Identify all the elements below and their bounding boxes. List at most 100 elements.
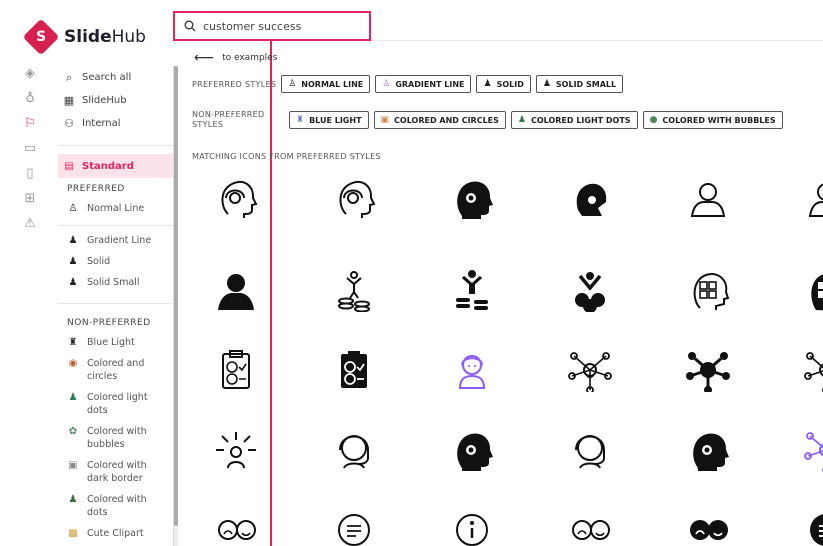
sidebar-scrollbar-thumb[interactable] xyxy=(174,66,178,526)
style-solid-small-icon: ♟ xyxy=(68,277,78,288)
icon-result-tile[interactable] xyxy=(796,340,823,400)
icon-result-tile[interactable] xyxy=(560,260,620,320)
image-icon[interactable]: ▭ xyxy=(22,141,38,157)
icon-result-tile[interactable] xyxy=(678,420,738,480)
flag-icon[interactable]: ⚐ xyxy=(22,116,38,132)
warning-icon[interactable]: ⚠ xyxy=(22,216,38,232)
sidebar-link-search-all[interactable]: ⌕ Search all xyxy=(58,66,173,89)
style-colored-dots-icon: ♟ xyxy=(68,494,78,505)
chip-colored-and-circles[interactable]: ▣ COLORED AND CIRCLES xyxy=(373,111,506,129)
head-headset-solid-small-icon xyxy=(576,183,607,216)
agent-rays-icon xyxy=(216,432,256,469)
icon-result-tile[interactable] xyxy=(442,340,502,400)
user-solid-icon xyxy=(218,274,254,310)
sidebar-item-blue-light[interactable]: ♜ Blue Light xyxy=(58,332,173,353)
chat-solid-icon xyxy=(810,514,823,546)
logo-text: SlideHub xyxy=(64,27,146,47)
head-grid-solid-icon xyxy=(811,274,823,311)
survey-clipboard-line-icon xyxy=(222,350,250,389)
user-line-icon xyxy=(690,183,726,217)
style-dark-border-icon: ▣ xyxy=(68,460,78,471)
icon-result-tile[interactable] xyxy=(206,260,266,320)
chip-gradient-line[interactable]: ♙ GRADIENT LINE xyxy=(375,75,472,93)
chip-normal-line[interactable]: ♙ NORMAL LINE xyxy=(281,75,371,93)
sidebar-divider xyxy=(58,303,173,304)
head-headset-solid-icon xyxy=(457,433,493,471)
back-to-examples-link[interactable]: ⟵ to examples xyxy=(194,50,277,66)
icon-result-tile[interactable] xyxy=(324,420,384,480)
style-colored-light-dots-icon: ♟ xyxy=(517,115,526,125)
style-solid-icon: ♟ xyxy=(483,79,492,89)
logo[interactable]: S SlideHub xyxy=(22,18,146,56)
preferred-heading: PREFERRED xyxy=(67,184,125,194)
sidebar-item-colored-with-dots[interactable]: ♟ Colored with dots xyxy=(58,489,173,523)
icon-result-tile[interactable] xyxy=(206,168,266,228)
style-colored-circles-icon: ▣ xyxy=(380,115,390,125)
icon-result-tile[interactable] xyxy=(206,500,266,546)
search-box[interactable] xyxy=(173,11,371,41)
icon-result-tile[interactable] xyxy=(206,340,266,400)
app-window: S SlideHub ◈ ♁ ⚐ ▭ ▯ ⊞ ⚠ ⌕ Search all ▦ … xyxy=(0,0,823,546)
sidebar-item-colored-with-dark-border[interactable]: ▣ Colored with dark border xyxy=(58,455,173,489)
sidebar-item-colored-with-bubbles[interactable]: ✿ Colored with bubbles xyxy=(58,421,173,455)
icon-result-tile[interactable] xyxy=(560,340,620,400)
sidebar-link-slidehub[interactable]: ▦ SlideHub xyxy=(58,89,173,112)
sidebar-item-standard[interactable]: ▤ Standard xyxy=(58,154,173,178)
style-normal-line-icon: ♙ xyxy=(68,203,78,214)
icon-result-tile[interactable] xyxy=(324,500,384,546)
file-icon[interactable]: ▯ xyxy=(22,166,38,182)
icon-result-tile[interactable] xyxy=(560,500,620,546)
style-gradient-line-icon: ♟ xyxy=(68,235,78,246)
sidebar-item-normal-line[interactable]: ♙ Normal Line xyxy=(58,198,173,219)
sidebar-link-internal[interactable]: ⚇ Internal xyxy=(58,112,173,135)
sidebar-item-colored-light-dots[interactable]: ♟ Colored light dots xyxy=(58,387,173,421)
icon-result-tile[interactable] xyxy=(796,260,823,320)
chip-colored-with-bubbles[interactable]: ● COLORED WITH BUBBLES xyxy=(642,111,783,129)
icon-result-tile[interactable] xyxy=(324,340,384,400)
sidebar-item-cute-clipart[interactable]: ▩ Cute Clipart xyxy=(58,523,173,544)
icon-result-tile[interactable] xyxy=(678,340,738,400)
icon-result-tile[interactable] xyxy=(678,500,738,546)
folder-plus-icon[interactable]: ⊞ xyxy=(22,191,38,207)
icon-result-tile[interactable] xyxy=(442,420,502,480)
icon-result-tile[interactable] xyxy=(796,168,823,228)
person-coins-line-icon xyxy=(338,271,370,312)
chat-bubble-line-icon xyxy=(338,514,370,546)
network-gradient-icon xyxy=(804,432,823,472)
chip-solid-small[interactable]: ♟ SOLID SMALL xyxy=(535,75,624,93)
sidebar-item-solid-small[interactable]: ♟ Solid Small xyxy=(58,272,173,293)
style-colored-bubbles-icon: ● xyxy=(649,115,658,125)
icon-result-tile[interactable] xyxy=(678,168,738,228)
icon-result-tile[interactable] xyxy=(442,168,502,228)
chip-blue-light[interactable]: ♜ BLUE LIGHT xyxy=(289,111,369,129)
faces-line-icon xyxy=(572,520,610,540)
header-divider xyxy=(371,40,823,41)
sidebar-item-solid[interactable]: ♟ Solid xyxy=(58,251,173,272)
nonpreferred-styles-label: NON-PREFERRED STYLES xyxy=(192,110,265,129)
icon-result-tile[interactable] xyxy=(324,260,384,320)
sidebar-divider xyxy=(58,225,173,226)
icon-result-tile[interactable] xyxy=(324,168,384,228)
matching-icons-heading: MATCHING ICONS FROM PREFERRED STYLES xyxy=(192,152,381,161)
icon-result-tile[interactable] xyxy=(796,420,823,480)
logo-mark: S xyxy=(22,18,60,56)
sidebar-item-gradient-line[interactable]: ♟ Gradient Line xyxy=(58,230,173,251)
sidebar-item-colored-and-circles[interactable]: ◉ Colored and circles xyxy=(58,353,173,387)
preferred-styles-label: PREFERRED STYLES xyxy=(192,79,277,89)
network-person-solid-icon xyxy=(686,352,730,392)
chip-solid[interactable]: ♟ SOLID xyxy=(476,75,531,93)
icon-result-tile[interactable] xyxy=(442,260,502,320)
chip-colored-light-dots[interactable]: ♟ COLORED LIGHT DOTS xyxy=(510,111,638,129)
building-icon: ▦ xyxy=(63,94,75,107)
icon-result-tile[interactable] xyxy=(442,500,502,546)
style-solid-small-icon: ♟ xyxy=(542,79,551,89)
icon-result-tile[interactable] xyxy=(796,500,823,546)
search-input[interactable] xyxy=(203,19,363,33)
style-cute-clipart-icon: ▩ xyxy=(68,528,78,539)
icon-result-tile[interactable] xyxy=(678,260,738,320)
bulb-icon[interactable]: ♁ xyxy=(22,91,38,107)
icon-result-tile[interactable] xyxy=(560,420,620,480)
icon-result-tile[interactable] xyxy=(560,168,620,228)
layers-icon[interactable]: ◈ xyxy=(22,66,38,82)
icon-result-tile[interactable] xyxy=(206,420,266,480)
